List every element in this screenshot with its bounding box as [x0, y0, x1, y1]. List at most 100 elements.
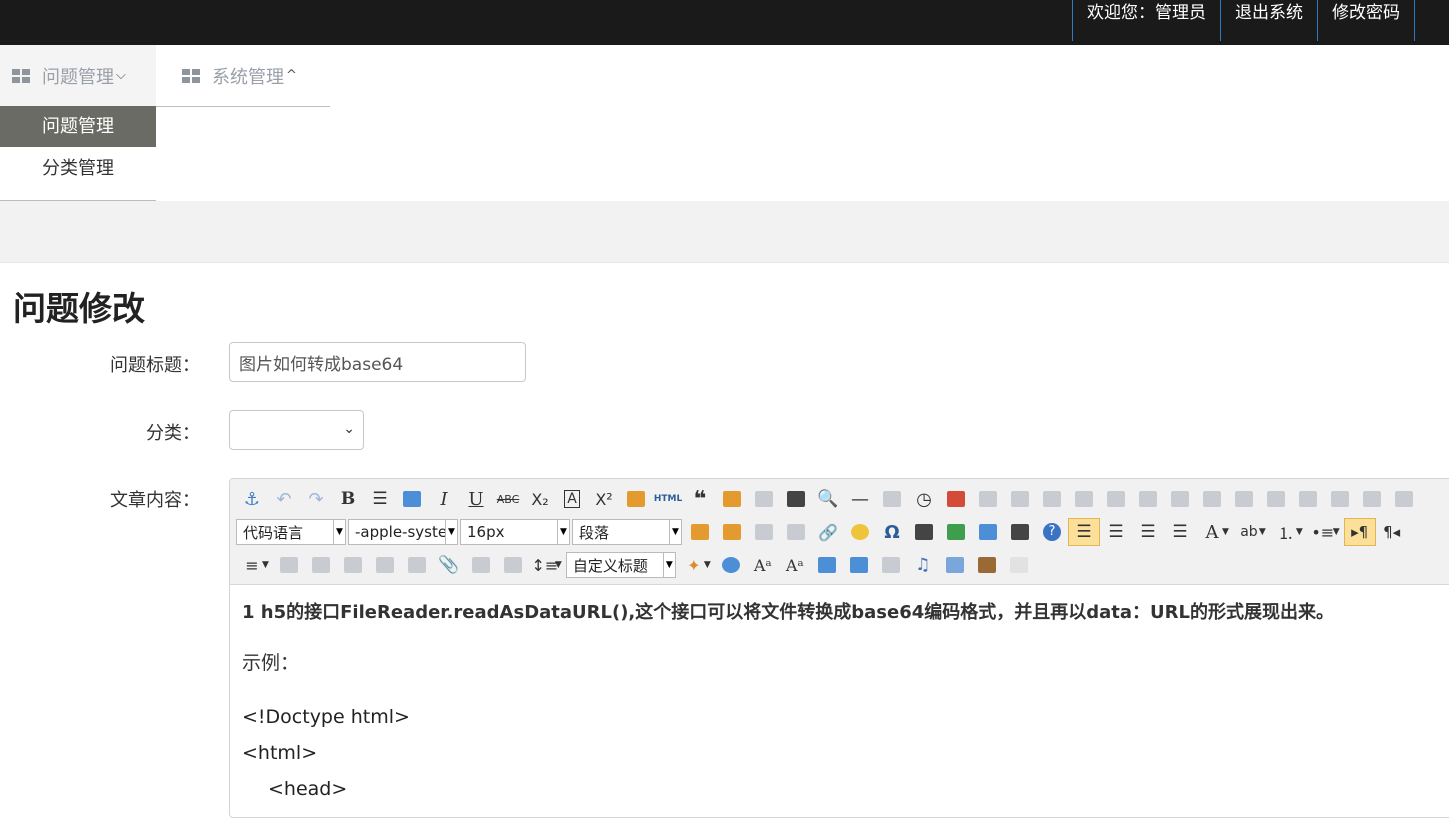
help-icon[interactable]: ?: [1036, 518, 1068, 546]
submenu-item-category-management[interactable]: 分类管理: [0, 148, 156, 189]
split-rows-icon[interactable]: [1132, 485, 1164, 513]
caret-down-icon[interactable]: ▼: [1222, 527, 1229, 537]
html-source-icon[interactable]: HTML: [652, 485, 684, 513]
special-char-icon[interactable]: Ω: [876, 518, 908, 546]
split-cols-icon[interactable]: [1164, 485, 1196, 513]
insert-code-icon[interactable]: [811, 551, 843, 579]
change-password-link[interactable]: 修改密码: [1317, 0, 1415, 41]
music-icon[interactable]: ♫: [907, 551, 939, 579]
font-family-select[interactable]: -apple-syste ▼: [348, 519, 458, 545]
scrawl-icon[interactable]: [465, 551, 497, 579]
submenu-item-question-management[interactable]: 问题管理: [0, 106, 156, 147]
draft-icon[interactable]: [1003, 551, 1035, 579]
autotypeset-icon[interactable]: [748, 485, 780, 513]
logout-link[interactable]: 退出系统: [1220, 0, 1317, 41]
blockquote-icon[interactable]: ❝: [684, 485, 716, 513]
time-icon[interactable]: ◷: [908, 485, 940, 513]
indent-icon[interactable]: ☰: [364, 485, 396, 513]
paste-icon[interactable]: [971, 551, 1003, 579]
font-decrease-icon[interactable]: Aᵃ: [747, 551, 779, 579]
format-brush-icon[interactable]: [620, 485, 652, 513]
top-nav: 欢迎您：管理员 退出系统 修改密码: [1072, 0, 1415, 41]
caret-down-icon[interactable]: ▼: [555, 560, 562, 570]
image-none-icon[interactable]: [305, 551, 337, 579]
superscript-icon[interactable]: X²: [588, 485, 620, 513]
align-left-icon[interactable]: ☰: [1068, 518, 1100, 546]
page-format-icon[interactable]: [273, 551, 305, 579]
template-icon[interactable]: [843, 551, 875, 579]
background-icon[interactable]: [940, 518, 972, 546]
graffiti-icon[interactable]: [875, 551, 907, 579]
menu-system-management[interactable]: 系统管理 ^: [156, 45, 330, 107]
insert-col-icon[interactable]: [1036, 485, 1068, 513]
image-center-icon[interactable]: [401, 551, 433, 579]
strikethrough-icon[interactable]: ABC: [492, 485, 524, 513]
web-icon[interactable]: [715, 551, 747, 579]
emotion-icon[interactable]: [844, 518, 876, 546]
word-image-icon[interactable]: [497, 551, 529, 579]
welcome-user-link[interactable]: 欢迎您：管理员: [1072, 0, 1220, 41]
caret-down-icon[interactable]: ▼: [1333, 527, 1340, 537]
video-icon[interactable]: [1004, 518, 1036, 546]
caret-down-icon[interactable]: ▼: [1259, 527, 1266, 537]
menu-question-management[interactable]: 问题管理 ⌵: [0, 45, 156, 106]
multi-image-icon[interactable]: [716, 518, 748, 546]
image-icon[interactable]: [684, 518, 716, 546]
align-center-icon[interactable]: ☰: [1132, 518, 1164, 546]
eraser-icon[interactable]: [876, 485, 908, 513]
undo-icon[interactable]: ↶: [268, 485, 300, 513]
paste-plain-icon[interactable]: [716, 485, 748, 513]
image-left-icon[interactable]: [337, 551, 369, 579]
editor-content[interactable]: 1 h5的接口FileReader.readAsDataURL(),这个接口可以…: [230, 586, 1449, 817]
custom-title-select[interactable]: 自定义标题 ▼: [565, 552, 676, 578]
split-cells-icon[interactable]: [1260, 485, 1292, 513]
underline-icon[interactable]: U: [460, 485, 492, 513]
find-icon[interactable]: [908, 518, 940, 546]
code-language-select[interactable]: 代码语言 ▼: [236, 519, 346, 545]
merge-down-icon[interactable]: [1100, 485, 1132, 513]
caret-down-icon[interactable]: ▼: [704, 560, 711, 570]
merge-right-icon[interactable]: [1068, 485, 1100, 513]
select-all-icon[interactable]: [396, 485, 428, 513]
insert-row-icon[interactable]: [1004, 485, 1036, 513]
anchor-icon[interactable]: ⚓: [236, 485, 268, 513]
preview-icon[interactable]: 🔍: [812, 485, 844, 513]
bold-icon[interactable]: B: [332, 485, 364, 513]
page-break-icon[interactable]: [1356, 485, 1388, 513]
title-indent-icon[interactable]: [1388, 485, 1420, 513]
toolbar-row-1: ⚓ ↶ ↷ B ☰ I U ABC X₂ A X² HTML ❝ 🔍 — ◷: [236, 485, 1420, 513]
attachment-icon[interactable]: 📎: [433, 551, 465, 579]
delete-table-icon[interactable]: [1324, 485, 1356, 513]
unlink-icon[interactable]: [972, 485, 1004, 513]
font-increase-icon[interactable]: Aᵃ: [779, 551, 811, 579]
paragraph-select[interactable]: 段落 ▼: [572, 519, 682, 545]
italic-icon[interactable]: I: [428, 485, 460, 513]
align-justify-icon[interactable]: ☰: [1164, 518, 1196, 546]
font-border-icon[interactable]: A: [556, 485, 588, 513]
content-line-1: 1 h5的接口FileReader.readAsDataURL(),这个接口可以…: [242, 602, 1334, 623]
redo-icon[interactable]: ↷: [300, 485, 332, 513]
subscript-icon[interactable]: X₂: [524, 485, 556, 513]
horizontal-rule-icon[interactable]: —: [844, 485, 876, 513]
delete-col-icon[interactable]: [1228, 485, 1260, 513]
font-size-select[interactable]: 16px ▼: [460, 519, 570, 545]
map-icon[interactable]: [972, 518, 1004, 546]
link-icon[interactable]: 🔗: [812, 518, 844, 546]
insert-table-icon[interactable]: [939, 551, 971, 579]
snapscreen-icon[interactable]: [780, 518, 812, 546]
print-icon[interactable]: [780, 485, 812, 513]
content-label: 文章内容：: [110, 490, 200, 511]
rtl-direction-icon[interactable]: ¶◂: [1376, 518, 1408, 546]
delete-row-icon[interactable]: [1196, 485, 1228, 513]
image-right-icon[interactable]: [369, 551, 401, 579]
caret-down-icon[interactable]: ▼: [1296, 527, 1303, 537]
date-icon[interactable]: [940, 485, 972, 513]
caret-down-icon[interactable]: ▼: [262, 560, 269, 570]
title-input[interactable]: [229, 342, 526, 382]
category-select[interactable]: ⌄: [229, 410, 364, 450]
search-replace-icon[interactable]: [748, 518, 780, 546]
caret-down-icon: ▼: [557, 520, 569, 544]
align-right-icon[interactable]: ☰: [1100, 518, 1132, 546]
insert-paragraph-icon[interactable]: [1292, 485, 1324, 513]
ltr-direction-icon[interactable]: ▸¶: [1343, 518, 1376, 546]
